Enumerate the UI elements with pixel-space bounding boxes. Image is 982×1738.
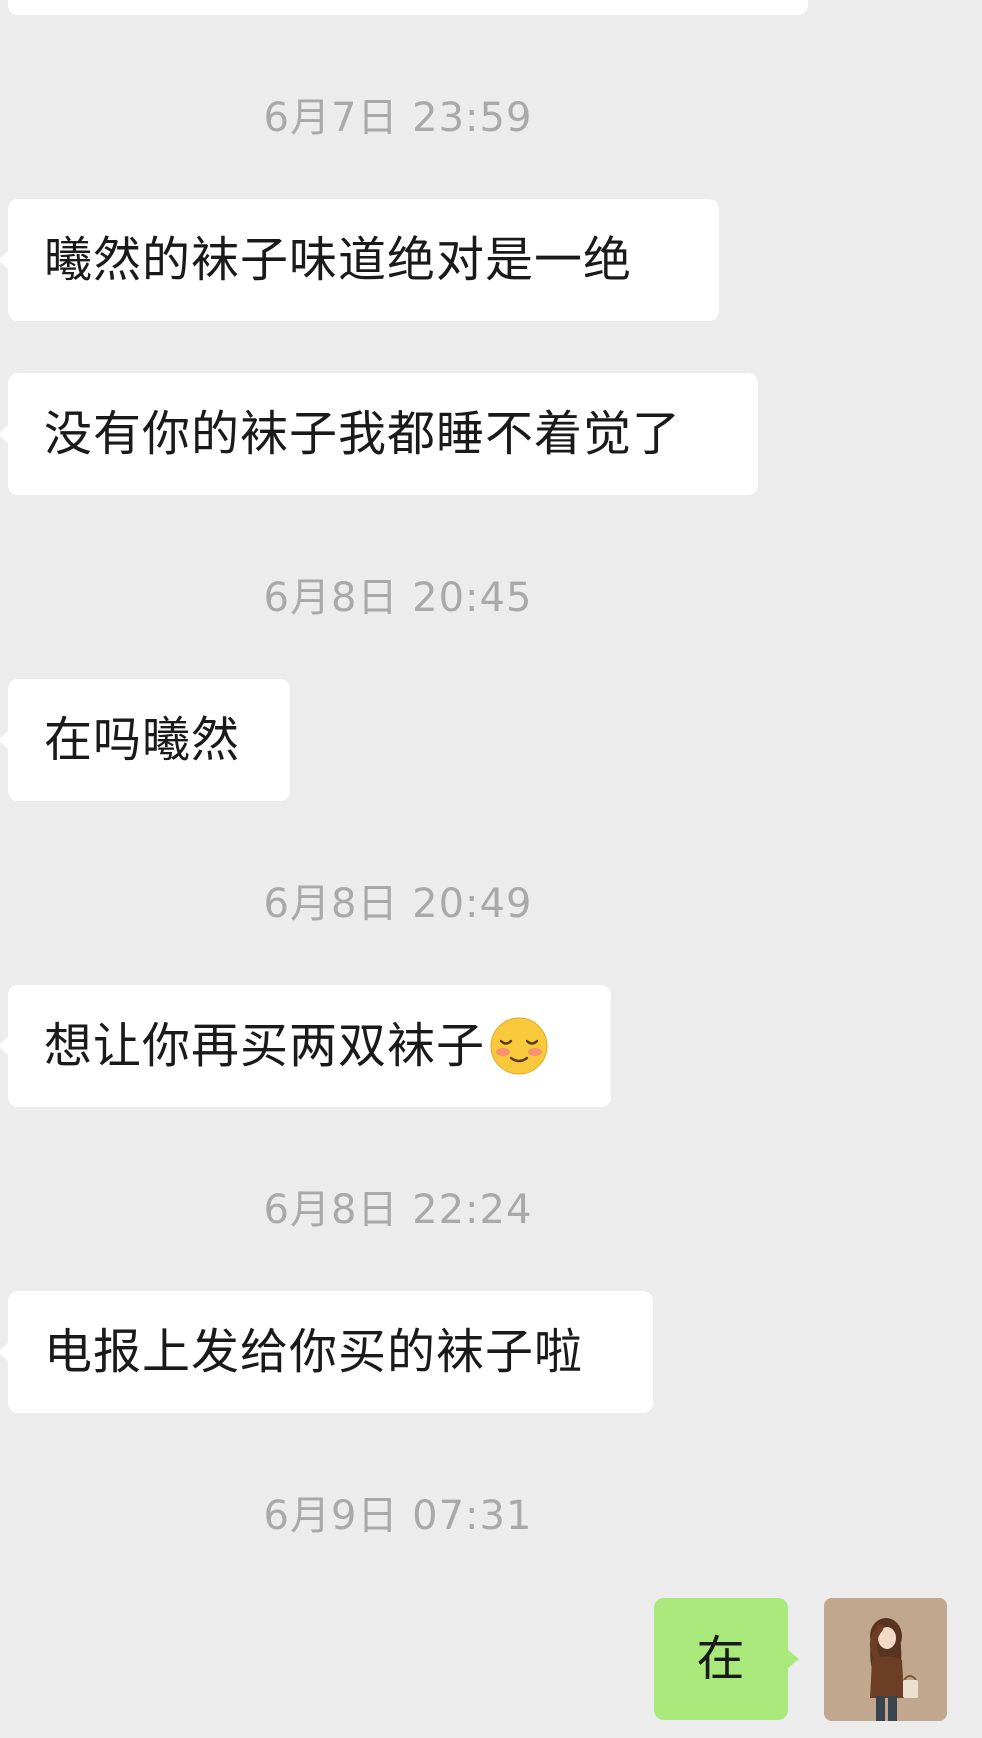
message-text: 想让你再买两双袜子 bbox=[44, 1018, 486, 1074]
timestamp: 6月8日 22:24 bbox=[263, 1187, 533, 1233]
message-text: 电报上发给你买的袜子啦 bbox=[44, 1324, 584, 1380]
outgoing-message-bubble[interactable]: 在 bbox=[654, 1598, 799, 1720]
blushing-smile-emoji-icon bbox=[490, 1017, 548, 1075]
timestamp: 6月8日 20:45 bbox=[263, 575, 533, 621]
incoming-message-bubble[interactable]: 没有你的袜子我都睡不着觉了 bbox=[0, 373, 758, 495]
avatar-image bbox=[824, 1598, 947, 1721]
message-bubble-partial[interactable] bbox=[8, 0, 808, 15]
incoming-message-bubble[interactable]: 电报上发给你买的袜子啦 bbox=[0, 1291, 653, 1413]
timestamp: 6月9日 07:31 bbox=[263, 1493, 533, 1539]
incoming-message-bubble[interactable]: 曦然的袜子味道绝对是一绝 bbox=[0, 199, 719, 321]
incoming-message-bubble[interactable]: 在吗曦然 bbox=[0, 679, 290, 801]
message-text: 曦然的袜子味道绝对是一绝 bbox=[44, 232, 633, 288]
incoming-message-bubble[interactable]: 想让你再买两双袜子 bbox=[0, 985, 611, 1107]
message-text: 在吗曦然 bbox=[44, 712, 241, 768]
message-text: 没有你的袜子我都睡不着觉了 bbox=[44, 406, 682, 462]
timestamp: 6月7日 23:59 bbox=[263, 95, 533, 141]
message-text: 在 bbox=[696, 1631, 746, 1687]
avatar[interactable] bbox=[824, 1598, 947, 1721]
timestamp: 6月8日 20:49 bbox=[263, 881, 533, 927]
